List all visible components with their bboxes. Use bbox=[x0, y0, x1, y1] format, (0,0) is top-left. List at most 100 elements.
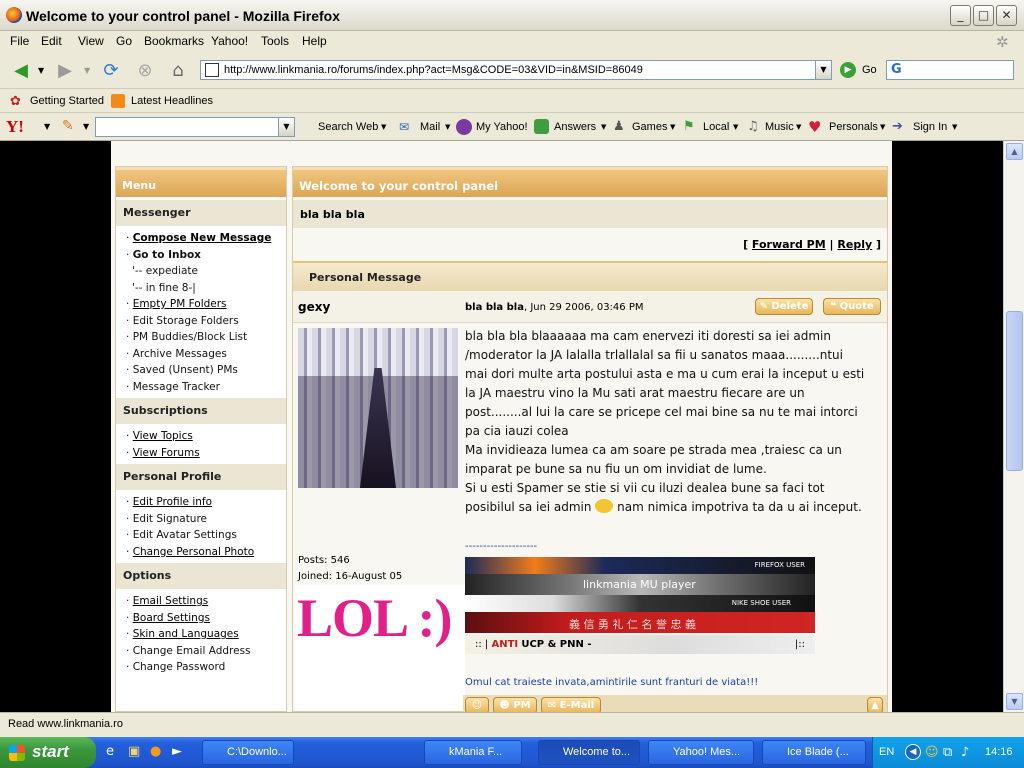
edit-avatar-settings-link[interactable]: · Edit Avatar Settings bbox=[116, 527, 286, 544]
messenger-list: · Compose New Message · Go to Inbox '-- … bbox=[116, 226, 286, 398]
start-button[interactable]: start bbox=[0, 737, 96, 768]
pm-button[interactable]: ☻ PM bbox=[493, 697, 537, 712]
menu-help[interactable]: Help bbox=[302, 34, 327, 48]
yahoo-search-web[interactable]: Search Web bbox=[318, 121, 378, 133]
window-titlebar[interactable]: Welcome to your control panel - Mozilla … bbox=[0, 0, 1024, 31]
firefox-user-bar: FIREFOX USER bbox=[465, 557, 815, 574]
vertical-scrollbar[interactable]: ▲ ▼ bbox=[1003, 141, 1024, 712]
yahoo-search-input[interactable]: ▼ bbox=[95, 117, 295, 137]
taskbar-item-yahoo-messenger[interactable]: Yahoo! Mes... bbox=[648, 740, 754, 765]
menu-yahoo[interactable]: Yahoo! bbox=[211, 34, 248, 48]
archive-messages-link[interactable]: · Archive Messages bbox=[116, 346, 286, 363]
forward-dropdown-icon[interactable]: ▼ bbox=[84, 66, 90, 75]
menu-tools[interactable]: Tools bbox=[261, 34, 289, 48]
mu-player-text: linkmania MU player bbox=[583, 578, 696, 591]
bookmark-getting-started[interactable]: Getting Started bbox=[30, 95, 104, 107]
throbber-icon: ✲ bbox=[996, 33, 1009, 51]
body-line: /moderator la JA lalalla trlallalal sa f… bbox=[465, 348, 843, 362]
scroll-thumb[interactable] bbox=[1006, 311, 1023, 471]
author-posts: Posts: 546 bbox=[298, 555, 350, 566]
scroll-up-icon[interactable]: ▲ bbox=[1006, 143, 1023, 160]
menu-bookmarks[interactable]: Bookmarks bbox=[144, 34, 204, 48]
yahoo-search-dropdown-icon[interactable]: ▼ bbox=[278, 118, 294, 136]
pencil-dropdown-icon[interactable]: ▼ bbox=[83, 122, 89, 131]
taskbar-item-ice-blade[interactable]: Ice Blade (... bbox=[762, 740, 866, 765]
view-topics-link[interactable]: · View Topics bbox=[116, 428, 286, 445]
author-name[interactable]: gexy bbox=[298, 300, 330, 314]
back-icon[interactable]: ◀ bbox=[8, 58, 34, 84]
taskbar-item-linkmania[interactable]: kMania F... bbox=[424, 740, 522, 765]
change-personal-photo-link[interactable]: · Change Personal Photo bbox=[116, 544, 286, 561]
compose-new-message-link[interactable]: · Compose New Message bbox=[116, 230, 286, 247]
scroll-top-button[interactable]: ▲ bbox=[867, 697, 883, 712]
message-tracker-link[interactable]: · Message Tracker bbox=[116, 379, 286, 396]
menu-go[interactable]: Go bbox=[116, 34, 132, 48]
empty-pm-folders-link[interactable]: · Empty PM Folders bbox=[116, 296, 286, 313]
delete-button[interactable]: ✎ Delete bbox=[755, 298, 813, 315]
pm-buddies-link[interactable]: · PM Buddies/Block List bbox=[116, 329, 286, 346]
view-forums-link[interactable]: · View Forums bbox=[116, 445, 286, 462]
reload-icon[interactable]: ⟳ bbox=[98, 58, 124, 84]
yahoo-music[interactable]: Music bbox=[765, 121, 794, 133]
folder-quicklaunch-icon[interactable]: ▣ bbox=[128, 744, 140, 759]
forward-icon[interactable]: ▶ bbox=[52, 58, 78, 84]
email-settings-link[interactable]: · Email Settings bbox=[116, 593, 286, 610]
volume-tray-icon[interactable]: ♪ bbox=[961, 745, 969, 760]
go-button[interactable]: Go bbox=[862, 64, 877, 76]
profile-button[interactable]: ☺ bbox=[465, 697, 489, 712]
minimize-button[interactable]: _ bbox=[950, 5, 971, 26]
stop-icon[interactable]: ⊗ bbox=[132, 58, 158, 84]
edit-storage-folders-link[interactable]: · Edit Storage Folders bbox=[116, 313, 286, 330]
yahoo-my-yahoo[interactable]: My Yahoo! bbox=[476, 121, 528, 133]
go-icon[interactable]: ▶ bbox=[840, 62, 856, 78]
forward-pm-link[interactable]: Forward PM bbox=[752, 238, 826, 251]
yahoo-local[interactable]: Local bbox=[703, 121, 729, 133]
edit-signature-link[interactable]: · Edit Signature bbox=[116, 511, 286, 528]
go-to-inbox-link[interactable]: · Go to Inbox bbox=[116, 247, 286, 264]
folder-expediate-link[interactable]: '-- expediate bbox=[116, 263, 286, 280]
pm-section-header: Personal Message bbox=[293, 261, 887, 291]
search-input[interactable]: G bbox=[886, 60, 1014, 80]
yahoo-messenger-tray-icon[interactable]: ☺ bbox=[925, 745, 939, 760]
maximize-button[interactable]: □ bbox=[973, 5, 994, 26]
reply-link[interactable]: Reply bbox=[837, 238, 872, 251]
pencil-icon[interactable]: ✎ bbox=[62, 118, 74, 134]
yahoo-menu-dropdown-icon[interactable]: ▼ bbox=[44, 122, 50, 131]
scroll-down-icon[interactable]: ▼ bbox=[1006, 693, 1023, 710]
menu-edit[interactable]: Edit bbox=[41, 34, 62, 48]
media-quicklaunch-icon[interactable]: ► bbox=[172, 744, 182, 759]
status-bar: Read www.linkmania.ro bbox=[0, 712, 1024, 737]
tray-expand-icon[interactable]: ◀ bbox=[905, 744, 921, 760]
email-button[interactable]: ✉ E-Mail bbox=[541, 697, 601, 712]
network-tray-icon[interactable]: ⧉ bbox=[943, 745, 952, 760]
skin-and-languages-link[interactable]: · Skin and Languages bbox=[116, 626, 286, 643]
menu-view[interactable]: View bbox=[78, 34, 104, 48]
change-password-link[interactable]: · Change Password bbox=[116, 659, 286, 676]
body-line: Ma invidieaza lumea ca am soare pe strad… bbox=[465, 443, 842, 457]
quote-button[interactable]: ❝ Quote bbox=[823, 298, 881, 315]
change-email-address-link[interactable]: · Change Email Address bbox=[116, 643, 286, 660]
yahoo-mail[interactable]: Mail bbox=[420, 121, 440, 133]
firefox-quicklaunch-icon[interactable]: ● bbox=[150, 744, 161, 759]
bookmark-latest-headlines[interactable]: Latest Headlines bbox=[131, 95, 213, 107]
home-icon[interactable]: ⌂ bbox=[165, 58, 191, 84]
ie-quicklaunch-icon[interactable]: e bbox=[106, 744, 114, 759]
yahoo-sign-in[interactable]: Sign In bbox=[913, 121, 947, 133]
menu-file[interactable]: File bbox=[10, 34, 29, 48]
back-dropdown-icon[interactable]: ▼ bbox=[38, 66, 44, 75]
yahoo-logo[interactable]: Y! bbox=[6, 117, 24, 137]
yahoo-games[interactable]: Games bbox=[632, 121, 667, 133]
folder-in-fine-link[interactable]: '-- in fine 8-| bbox=[116, 280, 286, 297]
url-bar[interactable]: http://www.linkmania.ro/forums/index.php… bbox=[200, 60, 832, 80]
close-button[interactable]: ✕ bbox=[996, 5, 1017, 26]
yahoo-answers[interactable]: Answers bbox=[554, 121, 596, 133]
taskbar-item-welcome[interactable]: Welcome to... bbox=[538, 740, 640, 765]
saved-unsent-pms-link[interactable]: · Saved (Unsent) PMs bbox=[116, 362, 286, 379]
yahoo-personals[interactable]: Personals bbox=[829, 121, 878, 133]
google-icon[interactable]: G bbox=[891, 62, 902, 77]
edit-profile-info-link[interactable]: · Edit Profile info bbox=[116, 494, 286, 511]
url-dropdown-icon[interactable]: ▼ bbox=[815, 61, 831, 79]
language-indicator[interactable]: EN bbox=[879, 746, 894, 758]
board-settings-link[interactable]: · Board Settings bbox=[116, 610, 286, 627]
taskbar-item-downloads[interactable]: C:\Downlo... bbox=[202, 740, 294, 765]
